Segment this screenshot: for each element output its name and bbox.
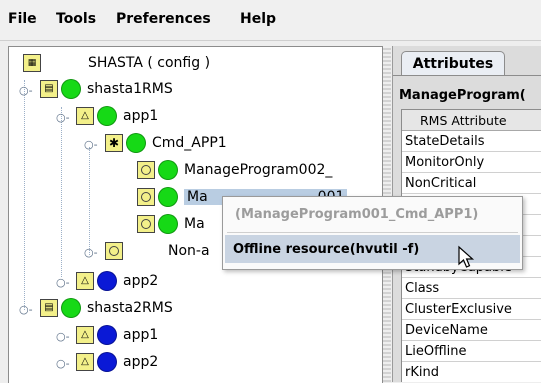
expand-handle-icon[interactable]: ○-	[56, 276, 70, 289]
offline-resource-label: Offline resource(hvutil -f)	[233, 241, 420, 257]
menu-preferences[interactable]: Preferences	[116, 11, 211, 27]
tree-label-shasta2-app2: app2	[123, 354, 159, 370]
expand-handle-icon[interactable]: ○-	[84, 138, 98, 151]
tree-label-nonauto: Non-a	[168, 243, 210, 259]
expand-handle-icon[interactable]: ○-	[84, 246, 98, 259]
host-icon: ▤	[40, 80, 58, 98]
menu-bar: File Tools Preferences Help	[0, 0, 541, 41]
expand-handle-icon[interactable]: ○-	[19, 303, 33, 316]
resource-controller-icon: ✱	[105, 134, 123, 152]
expand-handle-icon[interactable]: ○-	[56, 330, 70, 343]
tree-node-manageprogram[interactable]: Ma	[137, 213, 205, 235]
column-header-rms-attribute[interactable]: RMS Attribute	[402, 110, 541, 131]
status-online-icon	[61, 79, 81, 99]
tab-attributes[interactable]: Attributes	[401, 51, 505, 76]
status-online-icon	[158, 214, 178, 234]
tab-divider	[393, 75, 541, 76]
status-online-icon	[97, 106, 117, 126]
tree-label-cmd-app1: Cmd_APP1	[152, 135, 227, 151]
command-resource-icon	[137, 188, 155, 206]
tree-label-shasta1rms: shasta1RMS	[87, 81, 173, 97]
tree-label-app1: app1	[123, 108, 159, 124]
host-icon: ▤	[40, 299, 58, 317]
tree-label-shasta2rms: shasta2RMS	[87, 300, 173, 316]
menu-file[interactable]: File	[8, 11, 37, 27]
table-row[interactable]: DeviceName	[402, 320, 541, 341]
menu-help[interactable]: Help	[240, 11, 276, 27]
userapplication-icon: △	[76, 353, 94, 371]
userapplication-icon: △	[76, 107, 94, 125]
status-offline-icon	[97, 325, 117, 345]
tree-node-shasta2-app2[interactable]: △ app2	[76, 351, 158, 373]
mouse-pointer-icon	[458, 245, 475, 268]
expand-handle-icon[interactable]: ○-	[56, 111, 70, 124]
tree-connector-line	[61, 107, 62, 277]
configuration-icon: ▦	[23, 54, 41, 72]
table-row[interactable]: StateDetails	[402, 131, 541, 152]
table-row[interactable]: NonCritical	[402, 173, 541, 194]
context-menu-title: (ManageProgram001_Cmd_APP1)	[235, 207, 479, 222]
tree-node-nonauto[interactable]: Non-a	[105, 240, 210, 262]
tree-node-cmd-app1[interactable]: ✱ Cmd_APP1	[105, 132, 227, 154]
table-row[interactable]: rKind	[402, 362, 541, 382]
context-menu-separator	[227, 232, 518, 233]
table-row[interactable]: Class	[402, 278, 541, 299]
tree-label-shasta2-app1: app1	[123, 327, 159, 343]
status-offline-icon	[97, 271, 117, 291]
table-row[interactable]: MonitorOnly	[402, 152, 541, 173]
status-online-icon	[158, 187, 178, 207]
menu-tools[interactable]: Tools	[56, 11, 96, 27]
tree-node-app1[interactable]: △ app1	[76, 105, 158, 127]
expand-handle-icon[interactable]: ○-	[56, 357, 70, 370]
tree-node-config[interactable]: ▦ SHASTA ( config )	[23, 52, 210, 74]
context-menu: (ManageProgram001_Cmd_APP1) Offline reso…	[222, 196, 523, 270]
command-resource-icon	[137, 161, 155, 179]
status-online-icon	[61, 298, 81, 318]
userapplication-icon: △	[76, 272, 94, 290]
table-row[interactable]: ClusterExclusive	[402, 299, 541, 320]
status-online-icon	[126, 133, 146, 153]
tree-label-manageprogram002: ManageProgram002_	[184, 162, 333, 178]
attributes-heading: ManageProgram(	[399, 88, 526, 103]
command-resource-icon	[137, 215, 155, 233]
status-online-icon	[158, 160, 178, 180]
tree-node-app2[interactable]: △ app2	[76, 270, 158, 292]
table-row[interactable]: LieOffline	[402, 341, 541, 362]
tree-node-shasta2-app1[interactable]: △ app1	[76, 324, 158, 346]
userapplication-icon: △	[76, 326, 94, 344]
tree-label-app2: app2	[123, 273, 159, 289]
status-offline-icon	[97, 352, 117, 372]
tree-connector-line	[24, 80, 25, 310]
tree-node-shasta1rms[interactable]: ▤ shasta1RMS	[40, 78, 173, 100]
tree-node-manageprogram002[interactable]: ManageProgram002_	[137, 159, 332, 181]
resource-icon	[105, 242, 123, 260]
tree-connector-line	[89, 147, 90, 255]
tree-node-shasta2rms[interactable]: ▤ shasta2RMS	[40, 297, 173, 319]
tree-label-config: SHASTA ( config )	[88, 55, 211, 71]
tree-label-manageprogram: Ma	[184, 216, 205, 232]
expand-handle-icon[interactable]: ○-	[19, 84, 33, 97]
